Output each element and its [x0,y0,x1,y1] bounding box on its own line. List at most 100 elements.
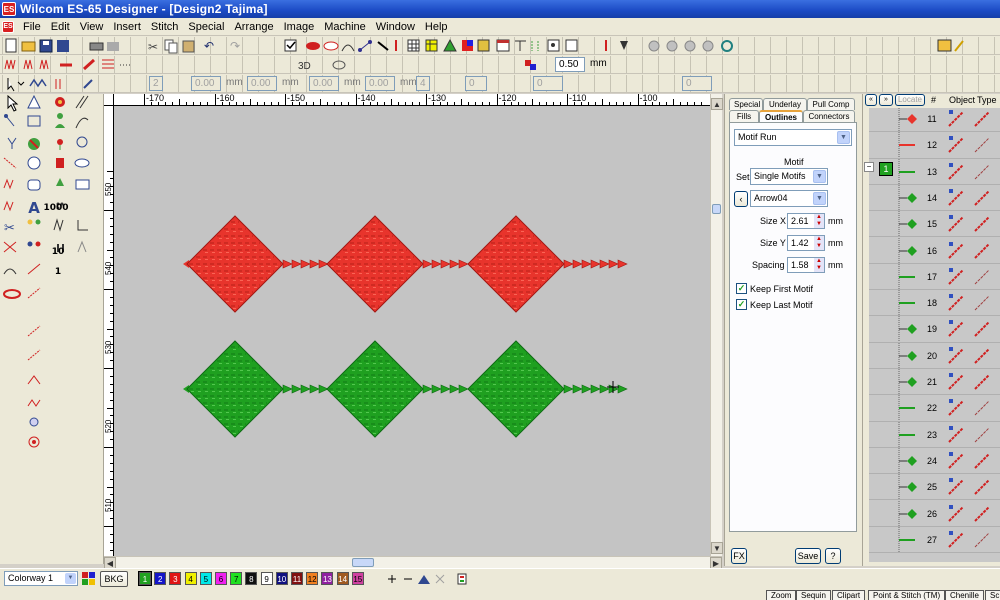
new-icon[interactable] [5,38,17,53]
layout-icon[interactable] [937,39,952,52]
lettering-tool[interactable]: A [24,198,44,218]
hoop-icon[interactable] [3,289,21,299]
fill-zigzag-icon[interactable] [3,200,14,212]
stamp-icon[interactable] [27,179,41,191]
thread-chip-13[interactable]: 13 [321,572,334,585]
dotted-icon[interactable] [531,41,539,51]
rectangle-icon[interactable] [75,179,90,190]
sequence-row[interactable]: 14 [869,184,1000,212]
grid-icon[interactable] [407,39,420,52]
field-count-1[interactable]: 2 [149,76,163,91]
zigzag-stitch-icon-2[interactable] [23,59,33,70]
circle-icon-2[interactable] [666,40,678,52]
group-collapse-icon[interactable]: − [864,162,874,172]
scissors-icon[interactable]: ✂ [4,220,15,235]
checkbox-tool-icon[interactable] [284,39,297,52]
zoom-value-field[interactable]: 0.50 [555,57,585,72]
save-button[interactable]: Save [795,548,821,564]
arc-icon[interactable] [75,117,89,129]
fx-button[interactable]: FX [731,548,747,564]
spacing-spin[interactable]: 1.58 ▲ ▼ [787,257,825,273]
node-edit-icon[interactable] [4,114,15,127]
field-x1[interactable]: 0.00 [191,76,221,91]
motif-select[interactable]: Arrow04 ▼ [750,190,828,207]
spin-arrows-icon[interactable]: ▲ ▼ [814,214,824,228]
zigzag-stitch-icon-3[interactable] [39,59,49,70]
thread-chip-9[interactable]: 9 [260,572,273,585]
sequence-row[interactable]: 19 [869,316,1000,343]
sequence-row[interactable]: 23 [869,421,1000,448]
photo-icon[interactable] [477,39,490,52]
thread-chip-8[interactable]: 8 [245,572,258,585]
add-color-icon[interactable] [388,575,396,583]
tab-outlines[interactable]: Outlines [759,110,803,122]
thread-chip-15[interactable]: 15 [351,572,364,585]
field-angle-2[interactable]: 0 [533,76,563,91]
menu-view[interactable]: View [75,19,109,35]
flower-stitch-icon[interactable] [57,139,63,150]
tree-icon[interactable] [56,178,64,186]
scissors-pin-icon[interactable] [29,417,39,427]
array-icon[interactable] [565,39,578,52]
menu-edit[interactable]: Edit [46,19,75,35]
person-icon[interactable] [55,113,65,128]
outline-icon[interactable] [341,44,355,52]
size-x-spin[interactable]: 2.61 ▲ ▼ [787,213,825,229]
menu-image[interactable]: Image [279,19,320,35]
redo-icon[interactable]: ↷ [230,39,240,53]
stitch-count-1[interactable]: 1 [48,262,68,282]
thread-chip-4[interactable]: 4 [184,572,197,585]
sequence-row[interactable]: 20 [869,342,1000,369]
sequence-row[interactable]: 16 [869,237,1000,264]
run-lines-icon[interactable] [53,218,64,232]
field-angle-3[interactable]: 0 [682,76,712,91]
thread-chip-11[interactable]: 11 [291,572,303,585]
letter-tool-icon[interactable] [77,240,87,253]
circle-icon-1[interactable] [648,40,660,52]
face-icon[interactable] [27,156,41,170]
spin-arrows-icon[interactable]: ▲ ▼ [814,236,824,250]
parallel-lines-icon[interactable] [75,95,89,109]
field-y2[interactable]: 0.00 [365,76,395,91]
sequence-row[interactable]: 18 [869,290,1000,317]
cut-icon[interactable]: ✂ [148,40,158,54]
thread-chip-5[interactable]: 5 [199,572,212,585]
chevron-down-icon[interactable] [17,81,25,86]
color-blocks-icon[interactable] [525,60,536,70]
zigzag-stitch-icon[interactable] [4,59,16,70]
thread-chip-10[interactable]: 10 [275,572,288,585]
thread-chip-6[interactable]: 6 [215,572,227,585]
size-y-spin[interactable]: 1.42 ▲ ▼ [787,235,825,251]
edit-icon[interactable] [954,40,964,52]
circle-outline-icon[interactable] [76,136,88,148]
open-icon[interactable] [21,41,36,52]
rectangle-select-icon[interactable] [27,115,41,127]
node-icon[interactable] [358,40,372,52]
tool-run-1[interactable] [27,287,41,299]
tab-sc[interactable]: Sc [985,590,1000,600]
fill-stitch-icon[interactable] [306,42,320,50]
sequence-row[interactable]: 15 [869,211,1000,238]
spin-arrows-icon[interactable]: ▲ ▼ [814,258,824,272]
collapse-all-icon[interactable]: « [865,94,877,106]
triangle-icon[interactable] [443,38,457,52]
dots-icon[interactable] [547,39,560,52]
thread-chip-3[interactable]: 3 [169,572,182,585]
run-stitch-icon[interactable] [3,157,17,169]
target-icon[interactable] [28,436,40,448]
sequence-row[interactable]: 17 [869,263,1000,291]
circle-color-icon[interactable] [28,138,40,150]
stitch-count-10[interactable]: 10 [48,242,68,262]
satin-icon[interactable] [323,41,339,51]
sequence-row[interactable]: 21 [869,369,1000,396]
motif-set-select[interactable]: Single Motifs ▼ [750,168,828,185]
thread-chip-12[interactable]: 12 [306,572,319,585]
color-group-badge[interactable]: 1 [879,162,893,176]
menu-machine[interactable]: Machine [319,19,371,35]
fill-bucket-icon[interactable] [56,158,64,168]
outline-type-select[interactable]: Motif Run ▼ [734,129,852,146]
sequence-row[interactable]: 25 [869,474,1000,501]
tab-fills[interactable]: Fills [729,110,759,122]
vertical-scrollbar[interactable]: ▲ ▼ [710,94,723,556]
horizontal-scroll-thumb[interactable] [352,558,374,567]
